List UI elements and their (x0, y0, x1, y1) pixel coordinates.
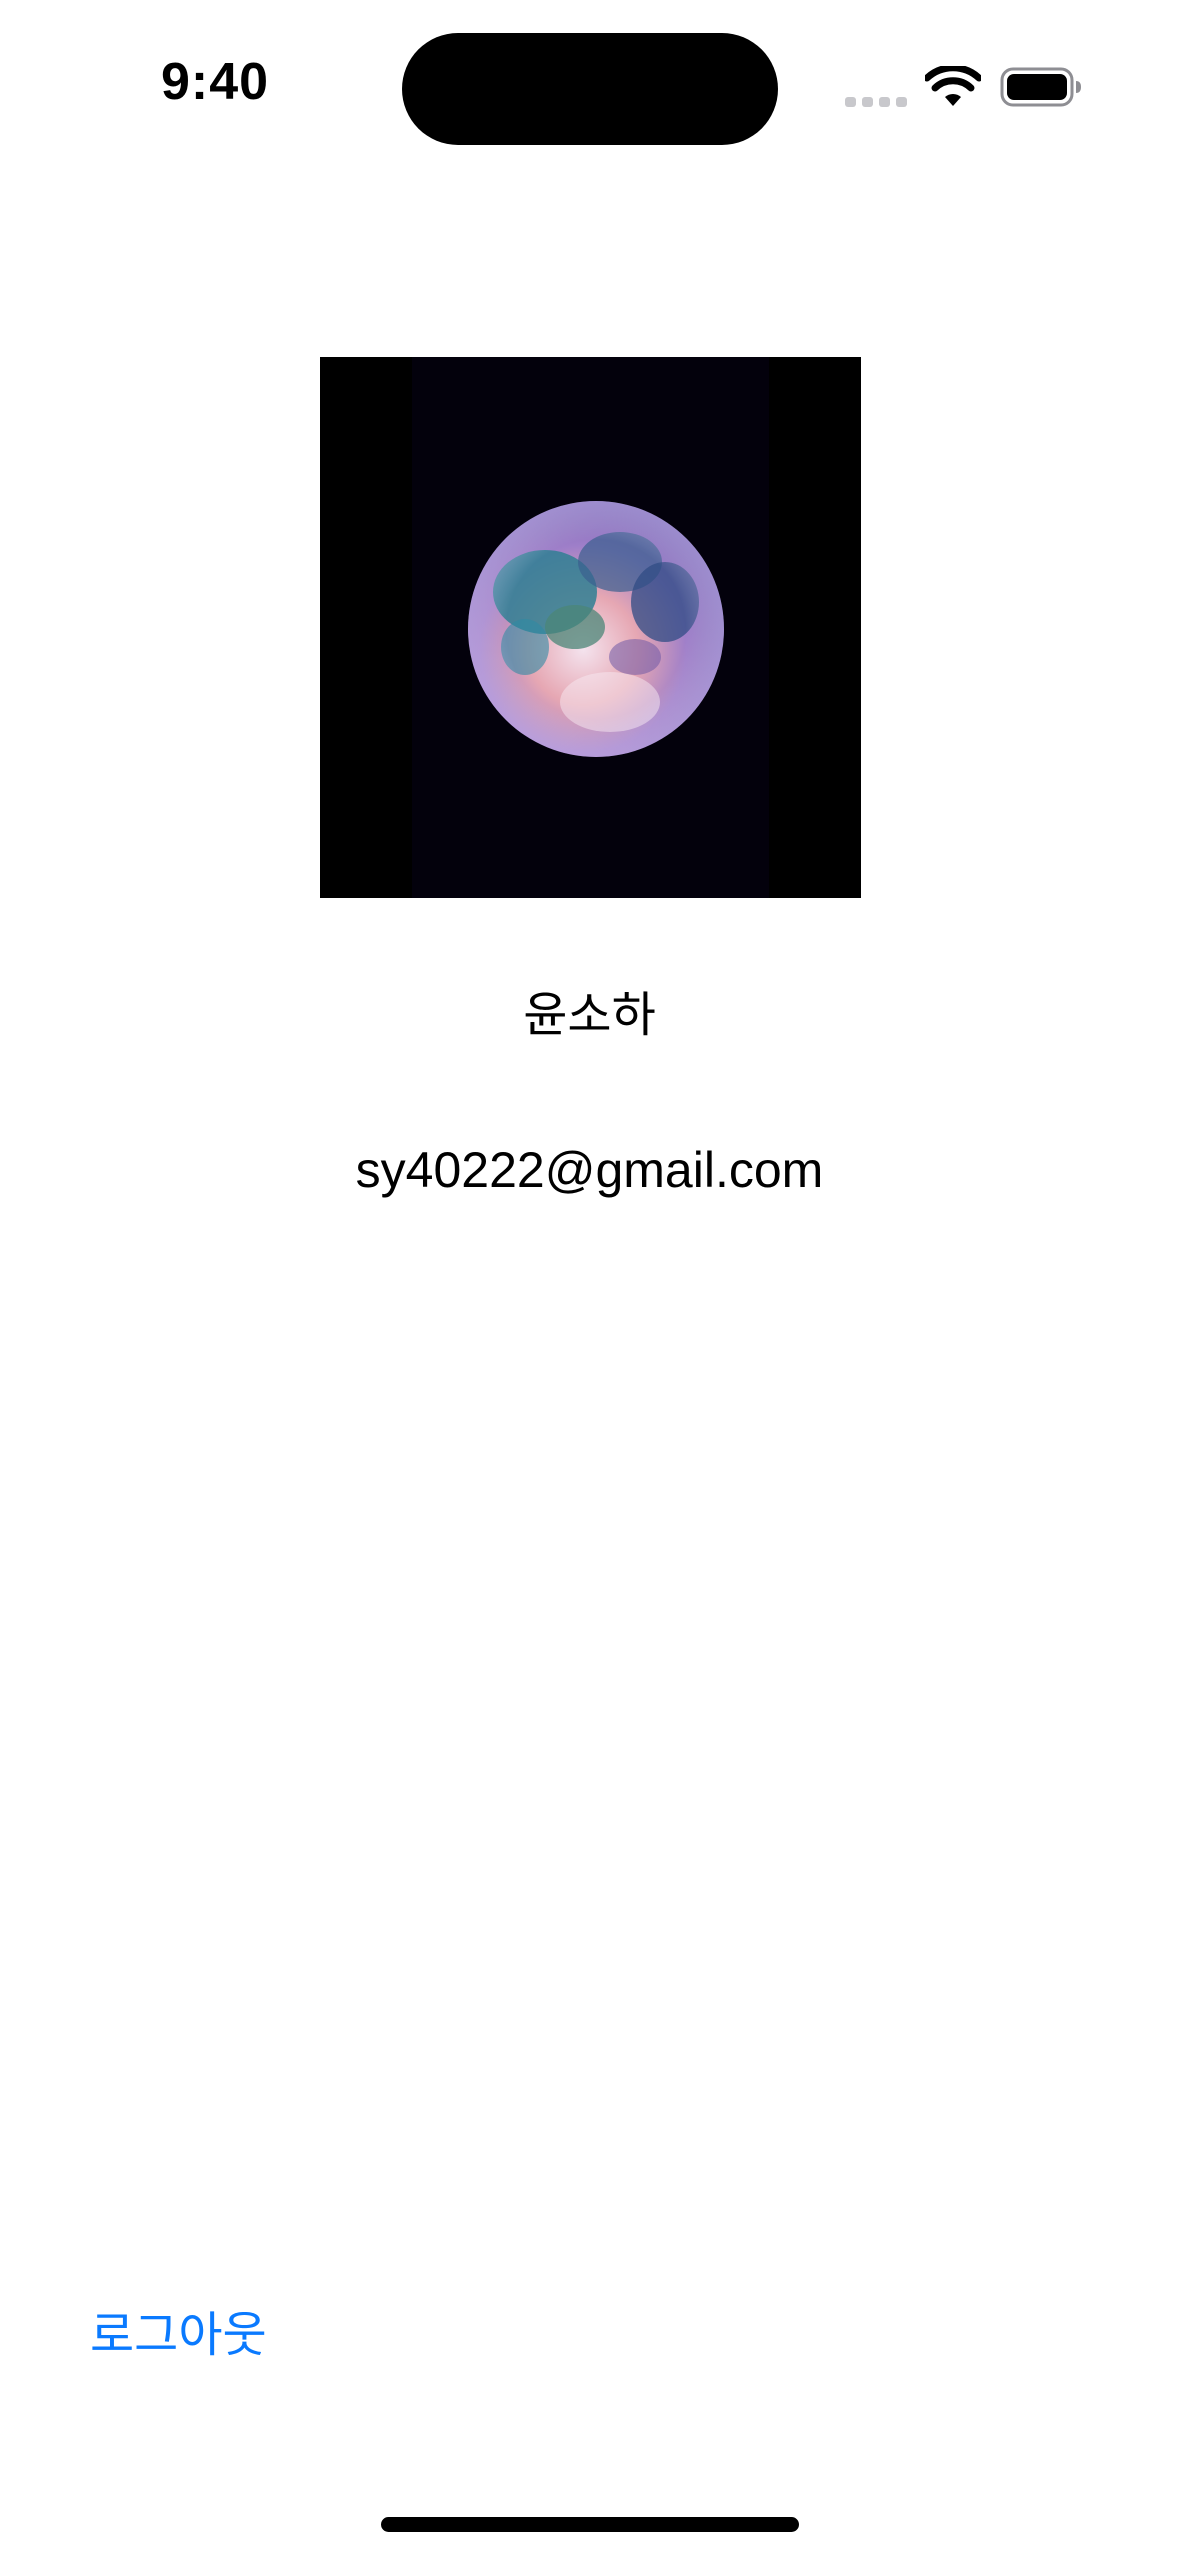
home-indicator[interactable] (381, 2517, 799, 2532)
battery-icon (1000, 67, 1081, 107)
profile-name: 윤소하 (523, 987, 656, 1043)
status-time: 9:40 (160, 53, 270, 111)
profile-email: sy40222@gmail.com (355, 1142, 824, 1198)
status-bar: 9:40 (0, 0, 1179, 150)
signal-icon (845, 97, 907, 107)
dynamic-island (402, 33, 778, 145)
logout-button[interactable]: 로그아웃 (90, 2305, 267, 2365)
profile-image (320, 357, 861, 898)
wifi-icon (925, 66, 981, 106)
